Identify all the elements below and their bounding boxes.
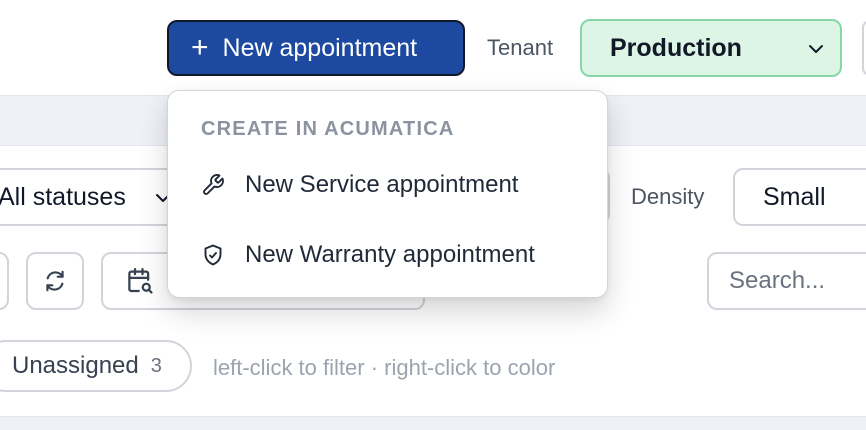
refresh-icon (46, 270, 64, 292)
chip-label: Unassigned (12, 352, 139, 379)
status-select[interactable]: All statuses (0, 168, 185, 226)
unassigned-chip[interactable]: Unassigned 3 (0, 340, 192, 392)
tenant-label: Tenant (487, 35, 554, 60)
toolbar-button-edge[interactable] (0, 252, 9, 310)
new-appointment-label: New appointment (222, 33, 418, 62)
calendar-search-icon (128, 268, 153, 294)
plus-icon: + (191, 31, 209, 64)
wrench-icon (200, 172, 226, 198)
status-value: All statuses (0, 182, 126, 211)
menu-header: CREATE IN ACUMATICA (201, 118, 455, 140)
menu-item-label: New Service appointment (245, 171, 519, 198)
search-input[interactable] (707, 252, 866, 310)
menu-item-new-warranty-appointment[interactable]: New Warranty appointment (168, 224, 607, 286)
new-appointment-button[interactable]: + New appointment (167, 20, 465, 76)
new-appointment-menu: CREATE IN ACUMATICA New Service appointm… (167, 90, 608, 298)
toolbar-edge-button[interactable] (862, 20, 866, 76)
chip-count: 3 (150, 354, 162, 377)
shield-icon (200, 242, 226, 268)
density-label: Density (631, 184, 705, 209)
menu-item-new-service-appointment[interactable]: New Service appointment (168, 154, 607, 216)
density-select[interactable]: Small (733, 168, 866, 226)
bottom-band (0, 416, 866, 430)
menu-item-label: New Warranty appointment (245, 241, 535, 268)
density-value: Small (763, 182, 826, 211)
chevron-down-icon (809, 45, 823, 53)
legend-hint: left-click to filter · right-click to co… (213, 355, 556, 380)
tenant-select[interactable]: Production (580, 19, 842, 77)
tenant-value: Production (610, 33, 742, 62)
refresh-button[interactable] (26, 252, 84, 310)
